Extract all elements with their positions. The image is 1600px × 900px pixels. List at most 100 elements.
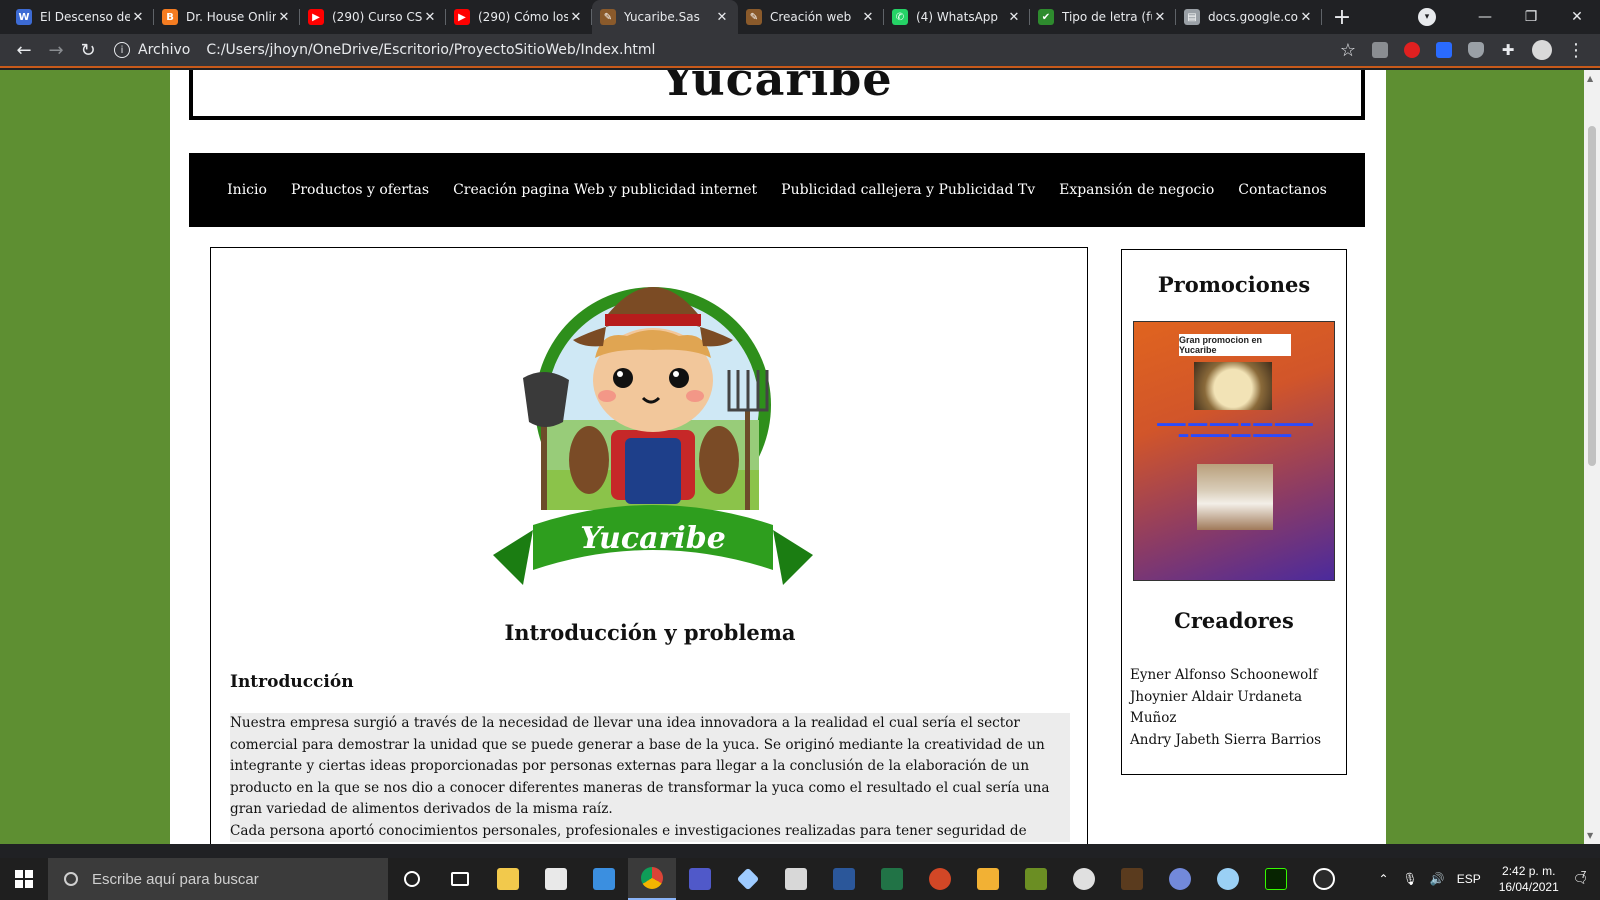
extension-shield-icon[interactable] [1468,42,1484,58]
tab-strip: W El Descenso del ✕ B Dr. House Onlin ✕ ▶ (290)… [0,0,1600,34]
tab-title: docs.google.co [1208,10,1298,24]
promotion-photo-food [1194,362,1272,410]
browser-tab[interactable]: ✎ Yucaribe.Sas ✕ [592,0,738,34]
browser-tab[interactable]: ▶ (290) Cómo los ✕ [446,0,592,34]
browser-tab[interactable]: W El Descenso del ✕ [8,0,154,34]
tab-search-icon[interactable]: ▾ [1418,8,1436,26]
info-icon[interactable]: i [114,42,130,58]
excel-icon[interactable] [868,858,916,900]
tab-favicon-icon: ▶ [454,9,470,25]
new-tab-button[interactable]: + [1328,3,1356,31]
tab-title: (4) WhatsApp [916,10,999,24]
obs-icon[interactable] [1300,858,1348,900]
browser-tab[interactable]: ✔ Tipo de letra (fu ✕ [1030,0,1176,34]
browser-toolbar: ← → ↻ i Archivo C:/Users/jhoyn/OneDrive/… [0,34,1600,68]
clock[interactable]: 2:42 p. m. 16/04/2021 [1499,863,1559,895]
taskbar-search-placeholder: Escribe aquí para buscar [92,870,259,888]
site-header: Yucaribe [189,70,1365,120]
back-icon[interactable]: ← [8,36,40,64]
browser-tab[interactable]: ▶ (290) Curso CSS ✕ [300,0,446,34]
system-tray: ⌃ 🎙 🔊 ESP 2:42 p. m. 16/04/2021 🗨 7 [1370,858,1600,900]
discord-icon[interactable] [1156,858,1204,900]
page-viewport: Yucaribe Inicio Productos y ofertas Creaci… [0,70,1584,844]
notifications-icon[interactable]: 🗨 7 [1573,870,1588,886]
chrome-icon[interactable] [628,858,676,900]
close-tab-icon[interactable]: ✕ [714,10,730,25]
task-view-icon[interactable] [436,858,484,900]
bookmark-star-icon[interactable]: ☆ [1332,36,1364,64]
minecraft-icon[interactable] [1012,858,1060,900]
promotions-heading: Promociones [1157,272,1311,297]
dreamweaver-icon[interactable] [1252,858,1300,900]
close-tab-icon[interactable]: ✕ [1006,10,1022,25]
cortana-icon[interactable] [388,858,436,900]
nav-link[interactable]: Contactanos [1238,182,1327,198]
app-icon[interactable] [772,858,820,900]
browser-tab[interactable]: ✎ Creación web ✕ [738,0,884,34]
powerpoint-icon[interactable] [916,858,964,900]
skull-app-icon[interactable] [1060,858,1108,900]
page-scrollbar[interactable]: ▲ ▼ [1584,70,1600,844]
browser-tab[interactable]: ✆ (4) WhatsApp ✕ [884,0,1030,34]
3d-viewer-icon[interactable] [724,858,772,900]
extension-pdf-icon[interactable] [1372,42,1388,58]
tab-favicon-icon: ✎ [600,9,616,25]
tab-favicon-icon: B [162,9,178,25]
paint-app-icon[interactable] [1204,858,1252,900]
tab-favicon-icon: ▤ [1184,9,1200,25]
forward-icon[interactable]: → [40,36,72,64]
game-icon[interactable] [964,858,1012,900]
restore-icon[interactable]: ❐ [1508,9,1554,25]
scrollbar-thumb[interactable] [1588,126,1596,466]
intro-paragraph: Nuestra empresa surgió a través de la ne… [230,715,1050,817]
browser-tab[interactable]: ▤ docs.google.co ✕ [1176,0,1322,34]
taskbar-search[interactable]: Escribe aquí para buscar [48,858,388,900]
extension-blue-icon[interactable] [1436,42,1452,58]
close-tab-icon[interactable]: ✕ [860,10,876,25]
block-app-icon[interactable] [1108,858,1156,900]
nav-link[interactable]: Inicio [227,182,267,198]
extensions-puzzle-icon[interactable]: ✚ [1492,36,1524,64]
promotion-blurred-text: ▬▬▬ ▬▬ ▬▬▬ ▬ ▬▬ ▬▬▬▬ ▬ ▬▬▬▬ ▬▬ ▬▬▬▬ [1157,418,1313,440]
store-icon[interactable] [532,858,580,900]
start-button[interactable] [0,858,48,900]
close-tab-icon[interactable]: ✕ [276,10,292,25]
mail-icon[interactable] [580,858,628,900]
url-text[interactable]: C:/Users/jhoyn/OneDrive/Escritorio/Proye… [206,42,655,58]
nav-link[interactable]: Productos y ofertas [291,182,429,198]
volume-icon[interactable]: 🔊 [1430,872,1445,886]
word-icon[interactable] [820,858,868,900]
menu-kebab-icon[interactable]: ⋮ [1560,36,1592,64]
profile-avatar[interactable] [1532,40,1552,60]
close-tab-icon[interactable]: ✕ [130,10,146,25]
creators-heading: Creadores [1174,608,1294,633]
close-tab-icon[interactable]: ✕ [568,10,584,25]
close-tab-icon[interactable]: ✕ [1152,10,1168,25]
nav-link[interactable]: Creación pagina Web y publicidad interne… [453,182,757,198]
close-window-icon[interactable]: ✕ [1554,9,1600,25]
file-explorer-icon[interactable] [484,858,532,900]
minimize-icon[interactable]: — [1462,9,1508,25]
intro-text-block: Nuestra empresa surgió a través de la ne… [230,713,1070,842]
nav-link[interactable]: Expansión de negocio [1059,182,1214,198]
address-bar[interactable]: i Archivo C:/Users/jhoyn/OneDrive/Escrit… [104,36,1332,64]
close-tab-icon[interactable]: ✕ [1298,10,1314,25]
tab-favicon-icon: ✔ [1038,9,1054,25]
logo-wordmark: Yucaribe [580,521,726,556]
scroll-up-arrow-icon[interactable]: ▲ [1587,74,1593,83]
nav-link[interactable]: Publicidad callejera y Publicidad Tv [781,182,1035,198]
show-hidden-icons-icon[interactable]: ⌃ [1378,872,1388,886]
main-navigation: Inicio Productos y ofertas Creación pagina… [189,153,1365,227]
teams-icon[interactable] [676,858,724,900]
reload-icon[interactable]: ↻ [72,36,104,64]
tab-title: Dr. House Onlin [186,10,276,24]
creator-name: Eyner Alfonso Schoonewolf [1130,667,1318,683]
browser-tab[interactable]: B Dr. House Onlin ✕ [154,0,300,34]
microphone-icon[interactable]: 🎙 [1403,872,1418,886]
close-tab-icon[interactable]: ✕ [422,10,438,25]
language-indicator[interactable]: ESP [1457,872,1481,886]
tab-favicon-icon: ✆ [892,9,908,25]
scroll-down-arrow-icon[interactable]: ▼ [1587,831,1593,840]
notification-count: 7 [1580,870,1587,881]
extension-red-icon[interactable] [1404,42,1420,58]
